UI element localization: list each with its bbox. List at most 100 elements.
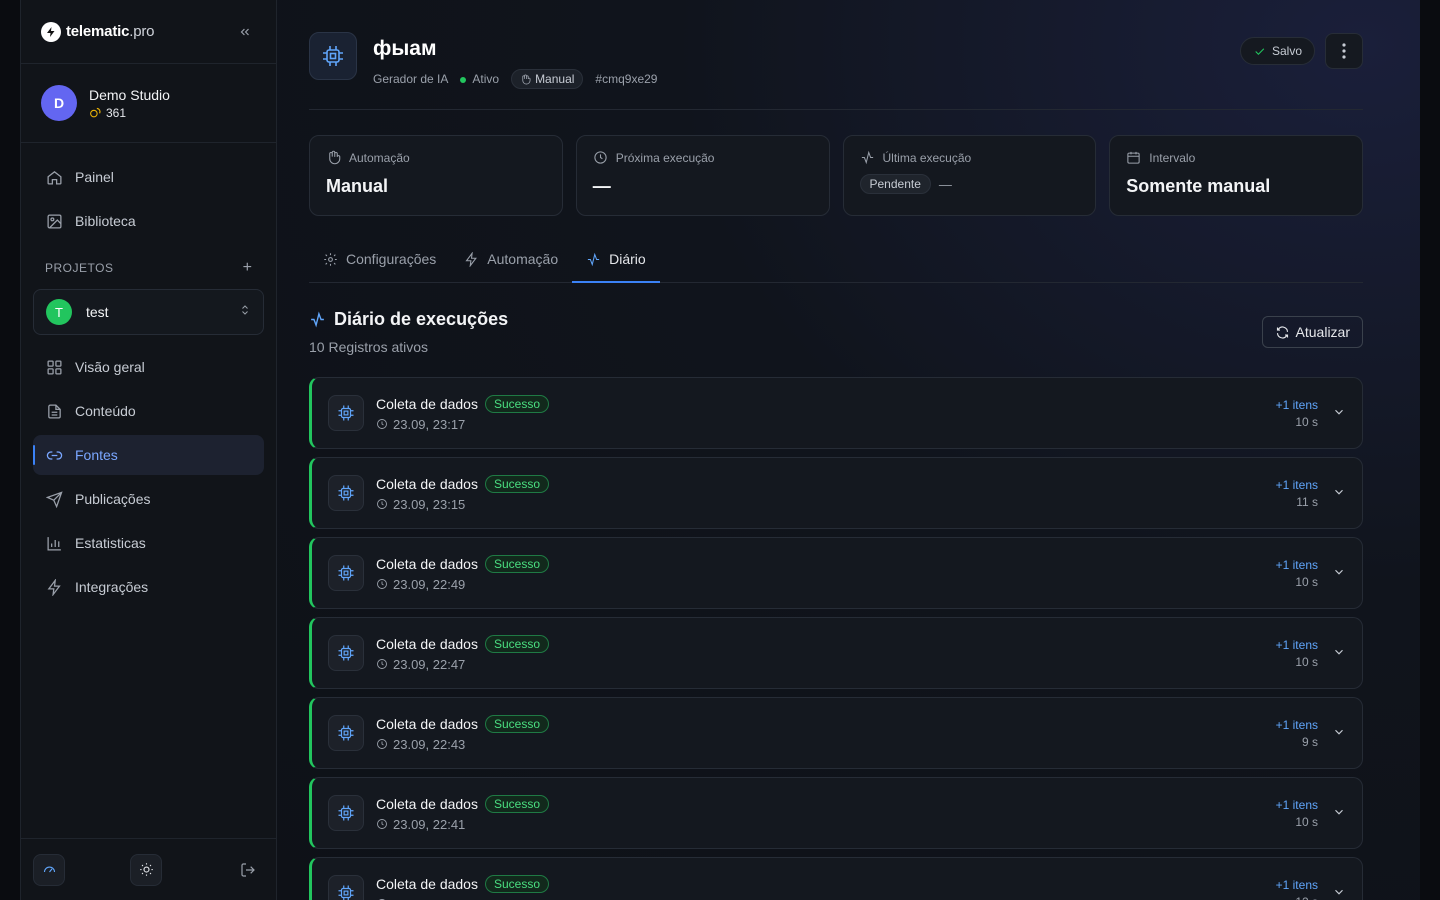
collapse-sidebar-button[interactable]	[234, 21, 256, 43]
log-item-title: Coleta de dados	[376, 635, 478, 652]
sidebar-footer	[21, 838, 276, 900]
chevron-up-down-icon	[239, 303, 251, 322]
tab-configuracoes[interactable]: Configurações	[309, 236, 450, 282]
account-panel[interactable]: D Demo Studio 361	[21, 64, 276, 143]
stat-value: Somente manual	[1126, 176, 1271, 196]
chevron-down-icon[interactable]	[1332, 405, 1348, 421]
log-item-count: +1 itens	[1275, 717, 1318, 732]
log-item-time: 23.09, 22:47	[393, 656, 466, 672]
nav-item-publicacoes[interactable]: Publicações	[33, 479, 264, 519]
log-item-count: +1 itens	[1275, 397, 1318, 412]
stat-value: Manual	[326, 176, 389, 196]
theme-toggle-button[interactable]	[130, 853, 162, 886]
account-coins: 361	[89, 106, 170, 120]
account-name: Demo Studio	[89, 86, 170, 103]
log-item[interactable]: Coleta de dados Sucesso 23.09, 22:37 +1 …	[309, 857, 1363, 900]
chevron-down-icon[interactable]	[1332, 565, 1348, 581]
check-icon	[1255, 47, 1265, 55]
add-project-button[interactable]: +	[243, 260, 252, 276]
activity-icon	[861, 150, 873, 165]
coins-icon	[90, 107, 101, 118]
stat-card-ultima-execucao: Última execução Pendente —	[842, 135, 1097, 216]
project-selector[interactable]: T test	[33, 289, 264, 335]
refresh-button[interactable]: Atualizar	[1261, 316, 1363, 348]
link-icon	[46, 450, 63, 460]
log-item-count: +1 itens	[1275, 877, 1318, 892]
chevron-down-icon[interactable]	[1332, 805, 1348, 821]
hand-icon	[329, 150, 341, 165]
cpu-icon	[328, 475, 364, 511]
nav-item-fontes[interactable]: Fontes	[33, 435, 264, 475]
clock-icon	[594, 151, 607, 164]
cpu-icon	[328, 395, 364, 431]
tab-diario[interactable]: Diário	[572, 236, 660, 283]
project-nav: Visão geral Conteúdo Fontes Publicações …	[21, 347, 276, 607]
nav-item-painel[interactable]: Painel	[33, 157, 264, 197]
projects-section-header: PROJETOS +	[21, 259, 276, 277]
status-dot	[460, 77, 467, 83]
clock-icon	[377, 659, 387, 669]
nav-item-estatisticas[interactable]: Estatisticas	[33, 523, 264, 563]
log-item[interactable]: Coleta de dados Sucesso 23.09, 23:17 +1 …	[309, 377, 1363, 449]
log-item[interactable]: Coleta de dados Sucesso 23.09, 22:41 +1 …	[309, 777, 1363, 849]
header-actions: Salvo	[1239, 33, 1363, 69]
log-item-duration: 10 s	[1295, 654, 1318, 669]
brand-logo-icon	[41, 21, 61, 42]
nav-item-integracoes[interactable]: Integrações	[33, 567, 264, 607]
nav-item-biblioteca[interactable]: Biblioteca	[33, 201, 264, 241]
clock-icon	[377, 579, 387, 589]
nav-item-visao-geral[interactable]: Visão geral	[33, 347, 264, 387]
log-item-duration: 9 s	[1301, 734, 1318, 749]
log-item-title: Coleta de dados	[376, 715, 478, 732]
logout-button[interactable]	[232, 854, 264, 886]
log-item[interactable]: Coleta de dados Sucesso 23.09, 23:15 +1 …	[309, 457, 1363, 529]
log-item[interactable]: Coleta de dados Sucesso 23.09, 22:49 +1 …	[309, 537, 1363, 609]
chevron-down-icon[interactable]	[1332, 485, 1348, 501]
window-frame-left	[0, 0, 20, 900]
saved-indicator: Salvo	[1239, 37, 1315, 65]
stat-value: —	[592, 176, 611, 196]
source-header: фыам Gerador de IA Ativo Manual #cmq9xe2…	[309, 0, 1363, 110]
projects-title: PROJETOS	[45, 261, 114, 275]
log-item[interactable]: Coleta de dados Sucesso 23.09, 22:47 +1 …	[309, 617, 1363, 689]
nav-item-conteudo[interactable]: Conteúdo	[33, 391, 264, 431]
tab-automacao[interactable]: Automação	[450, 236, 572, 282]
sun-icon	[139, 863, 153, 876]
log-item-time: 23.09, 22:41	[393, 816, 466, 832]
refresh-icon	[1276, 326, 1288, 338]
activity-icon	[587, 252, 600, 266]
bar-chart-icon	[47, 536, 61, 551]
cpu-icon	[328, 555, 364, 591]
brand-name: telematic.pro	[66, 23, 155, 40]
clock-icon	[377, 819, 387, 829]
log-item-duration: 10 s	[1295, 814, 1318, 829]
bolt-icon	[465, 251, 478, 267]
double-chevron-left-icon	[240, 28, 249, 35]
more-options-button[interactable]	[1325, 33, 1363, 69]
send-icon	[46, 490, 63, 508]
activity-icon	[311, 311, 324, 328]
more-vertical-icon	[1342, 43, 1346, 59]
log-item-time: 23.09, 22:43	[393, 736, 466, 752]
status-badge: Sucesso	[484, 794, 549, 813]
logout-icon	[241, 862, 255, 877]
speed-button[interactable]	[33, 853, 65, 886]
main-content: фыам Gerador de IA Ativo Manual #cmq9xe2…	[309, 0, 1363, 900]
stat-dash: —	[938, 176, 952, 192]
image-icon	[47, 213, 62, 229]
log-item-duration: 10 s	[1295, 414, 1318, 429]
log-item-title: Coleta de dados	[376, 475, 478, 492]
status-badge: Sucesso	[484, 634, 549, 653]
chevron-down-icon[interactable]	[1332, 645, 1348, 661]
brand-bar: telematic.pro	[21, 0, 276, 64]
header-meta: Gerador de IA Ativo Manual #cmq9xe29	[373, 69, 657, 89]
clock-icon	[377, 419, 387, 429]
chevron-down-icon[interactable]	[1332, 725, 1348, 741]
chevron-down-icon[interactable]	[1332, 885, 1348, 900]
log-item[interactable]: Coleta de dados Sucesso 23.09, 22:43 +1 …	[309, 697, 1363, 769]
avatar: D	[41, 85, 77, 121]
status-badge: Sucesso	[484, 474, 549, 493]
log-item-title: Coleta de dados	[376, 555, 478, 572]
page-title: фыам	[373, 37, 437, 60]
status-badge: Sucesso	[484, 554, 549, 573]
